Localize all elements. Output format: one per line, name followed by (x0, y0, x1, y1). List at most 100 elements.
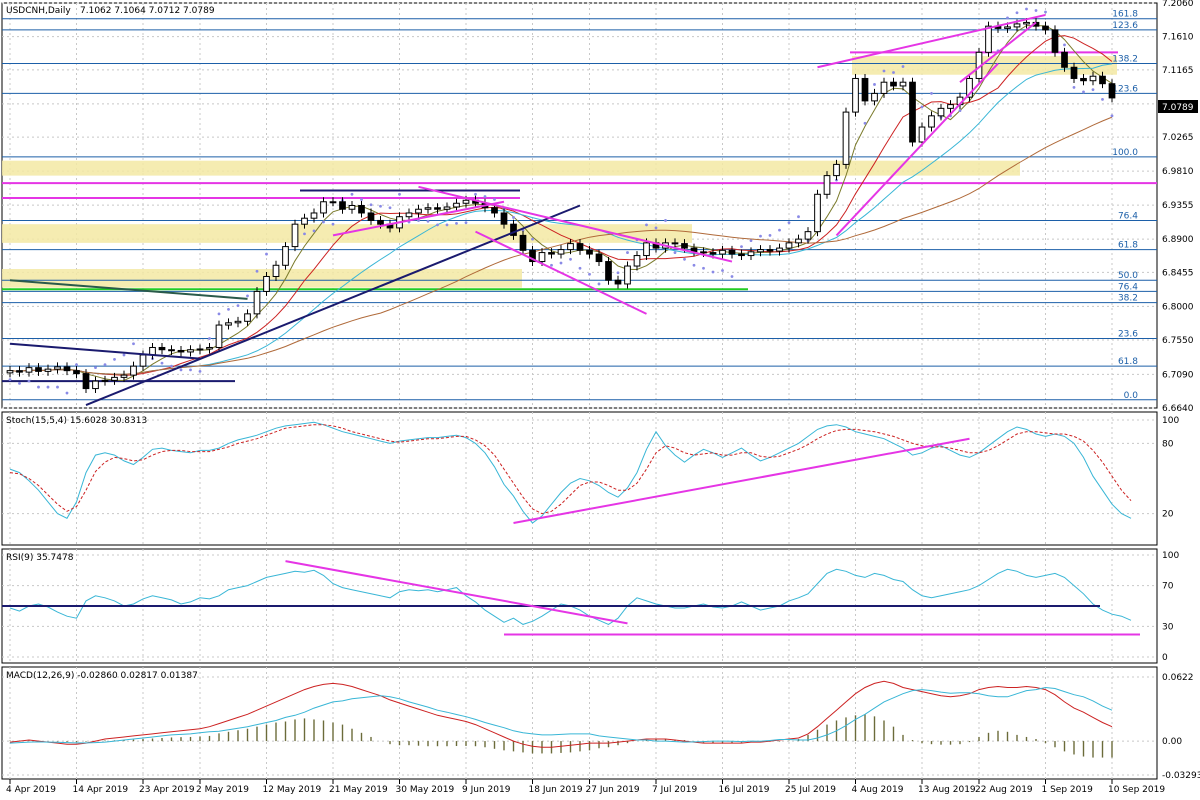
macd-panel[interactable] (1, 666, 1158, 780)
sar-dot (702, 266, 705, 270)
sar-dot (1101, 97, 1104, 101)
y-tick-label: -0.03293 (1162, 771, 1200, 781)
chart-canvas: 161.8123.6138.2123.6100.076.461.850.076.… (0, 0, 1200, 800)
candle-body (538, 252, 546, 263)
candle-body (909, 81, 916, 143)
candle-body (766, 249, 774, 252)
candle-body (73, 370, 80, 375)
sar-dot (18, 381, 21, 385)
sar-dot (531, 237, 534, 241)
y-tick-label: 0.0622 (1162, 673, 1194, 683)
x-tick-label: 18 Jun 2019 (529, 785, 583, 795)
sar-dot (768, 233, 772, 237)
y-tick-label: 100 (1162, 416, 1179, 426)
candle-body (833, 163, 840, 177)
fib-label: 61.8 (1118, 357, 1138, 367)
sar-dot (217, 312, 221, 316)
candle-body (339, 201, 346, 210)
candle-body (253, 290, 261, 315)
candle-body (918, 126, 926, 143)
candle-body (54, 366, 61, 370)
candle-body (1099, 75, 1106, 85)
candle-body (871, 92, 878, 102)
sar-dot (588, 272, 591, 276)
candle-body (643, 242, 650, 257)
sar-dot (616, 271, 620, 275)
candle-body (633, 255, 641, 267)
sar-dot (692, 263, 696, 267)
candle-body (586, 249, 593, 255)
y-tick-label: 6.9355 (1162, 201, 1194, 211)
candle-body (310, 212, 318, 219)
candle-body (158, 346, 166, 351)
candle-body (348, 205, 356, 210)
fib-label: 76.4 (1118, 282, 1138, 292)
candle-body (937, 107, 945, 117)
y-tick-label: 30 (1162, 622, 1174, 632)
fib-label: 76.4 (1118, 211, 1138, 221)
x-tick-label: 14 Apr 2019 (73, 785, 129, 795)
candle-body (795, 238, 802, 244)
candle-body (291, 223, 299, 248)
sar-dot (882, 69, 886, 73)
candle-body (263, 275, 270, 292)
y-tick-label: 100 (1162, 551, 1179, 561)
candle-body (776, 247, 783, 252)
sar-dot (65, 391, 69, 395)
fib-label: 161.8 (1112, 10, 1138, 20)
x-tick-label: 27 Jun 2019 (586, 785, 640, 795)
y-tick-label: 7.0265 (1162, 133, 1194, 143)
candle-body (443, 206, 451, 210)
sar-dot (170, 364, 173, 368)
candle-body (861, 77, 869, 102)
sar-dot (1034, 9, 1038, 12)
candle-body (434, 207, 441, 210)
fib-label: 61.8 (1118, 241, 1138, 251)
candle-body (700, 251, 707, 254)
candle-body (82, 373, 90, 390)
candle-body (6, 370, 14, 374)
sar-dot (863, 121, 867, 125)
candle-body (595, 253, 603, 263)
candle-body (890, 81, 897, 87)
candle-body (215, 324, 223, 348)
candle-body (120, 374, 128, 378)
candle-body (92, 380, 99, 390)
sar-dot (37, 385, 40, 389)
x-tick-label: 2 May 2019 (196, 785, 249, 795)
sar-dot (369, 203, 373, 207)
fib-label: 123.6 (1112, 21, 1138, 31)
x-tick-label: 22 Aug 2019 (975, 785, 1033, 795)
x-tick-label: 7 Jul 2019 (652, 785, 697, 795)
last-price-value: 7.0789 (1162, 103, 1194, 113)
sar-dot (75, 363, 78, 367)
y-tick-label: 0 (1162, 653, 1168, 663)
candle-body (377, 219, 384, 225)
candle-body (738, 253, 745, 257)
sar-dot (265, 252, 268, 256)
candle-body (814, 193, 821, 233)
x-tick-label: 4 Aug 2019 (852, 785, 904, 795)
sar-dot (1044, 10, 1047, 14)
sar-dot (1110, 114, 1114, 118)
sar-dot (721, 269, 724, 272)
candle-body (567, 243, 574, 251)
candle-body (358, 205, 365, 214)
candle-body (282, 246, 289, 266)
sar-dot (930, 92, 933, 95)
candle-body (177, 349, 185, 353)
sar-dot (892, 71, 895, 74)
candle-body (196, 348, 204, 351)
candle-body (130, 365, 137, 376)
sar-dot (683, 257, 686, 261)
candle-body (899, 81, 907, 87)
sar-dot (673, 251, 677, 254)
y-tick-label: 6.9810 (1162, 167, 1194, 177)
candle-body (1013, 23, 1021, 28)
macd-title: MACD(12,26,9) -0.02860 0.02817 0.01387 (6, 671, 198, 681)
candle-body (719, 249, 726, 255)
x-tick-label: 13 Aug 2019 (918, 785, 976, 795)
candle-body (1023, 21, 1030, 25)
candle-body (605, 261, 612, 281)
candle-body (234, 320, 242, 324)
